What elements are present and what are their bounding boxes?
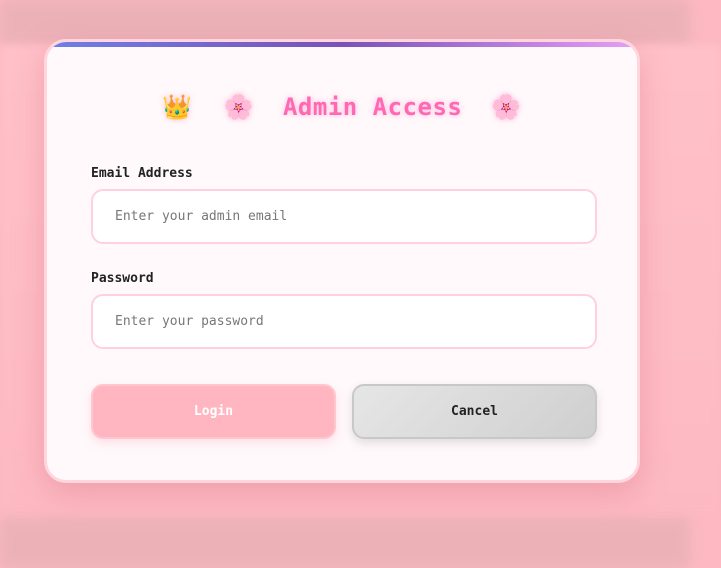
modal-top-stripe [47, 42, 637, 47]
modal-title-row: 👑 🌸 Admin Access 🌸 [47, 92, 637, 121]
login-button[interactable]: Login [91, 384, 336, 439]
cherry-blossom-icon: 🌸 [223, 93, 255, 121]
password-field[interactable] [91, 294, 597, 349]
password-label: Password [91, 271, 154, 286]
background-bottom-bar [0, 518, 690, 568]
crown-icon: 👑 [162, 93, 193, 121]
email-label: Email Address [91, 166, 193, 181]
cancel-button[interactable]: Cancel [352, 384, 597, 439]
modal-title: Admin Access [282, 93, 463, 121]
admin-login-modal: 👑 🌸 Admin Access 🌸 Email Address Passwor… [44, 39, 640, 483]
email-field[interactable] [91, 189, 597, 244]
cherry-blossom-icon: 🌸 [491, 93, 522, 121]
